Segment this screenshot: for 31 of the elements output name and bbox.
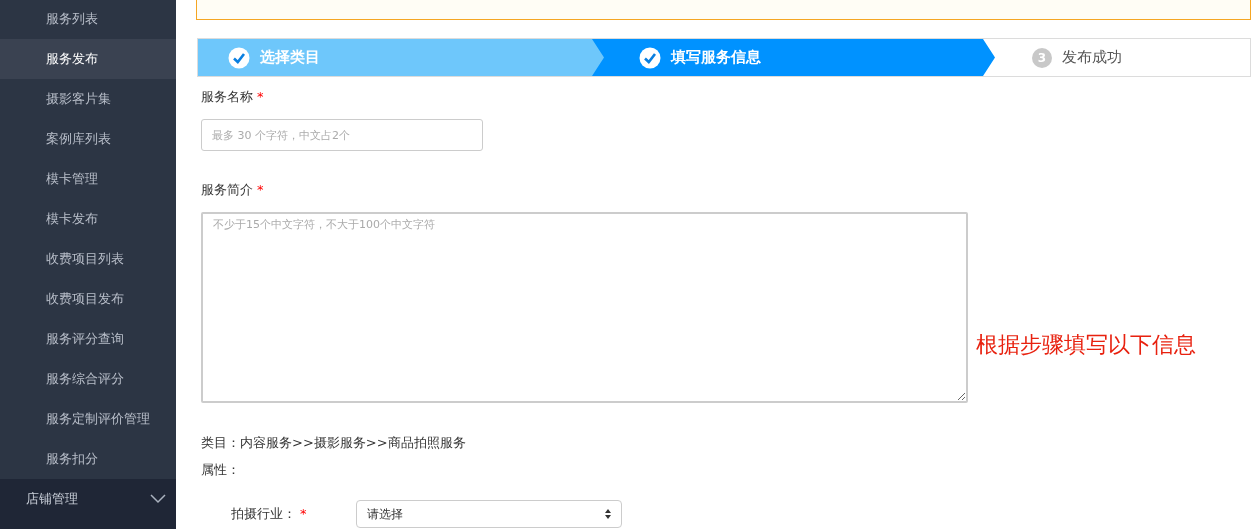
intro-textarea[interactable]: 不少于15个中文字符，不大于100个中文字符 [201, 212, 968, 403]
required-mark: * [300, 505, 307, 524]
step: 填写服务信息 [592, 39, 995, 76]
check-icon [228, 46, 250, 69]
sidebar-item[interactable]: 案例库列表 [0, 119, 176, 159]
attributes-label: 属性： [201, 461, 240, 479]
sidebar-item[interactable]: 模卡发布 [0, 199, 176, 239]
sidebar-item[interactable]: 服务列表 [0, 0, 176, 39]
sidebar-item[interactable]: 模卡管理 [0, 159, 176, 199]
industry-select[interactable]: 请选择 [356, 500, 622, 528]
sidebar-item[interactable]: 服务评分查询 [0, 319, 176, 359]
field-label: 拍摄行业： [231, 505, 296, 524]
annotation-text: 根据步骤填写以下信息 [976, 331, 1196, 359]
check-icon [639, 46, 661, 69]
required-mark: * [257, 88, 264, 107]
sidebar-item[interactable]: 服务定制评价管理 [0, 399, 176, 439]
category-text: 类目：内容服务>>摄影服务>>商品拍照服务 [201, 434, 467, 451]
chevron-icon[interactable] [150, 494, 166, 504]
sidebar-item[interactable]: 收费项目发布 [0, 279, 176, 319]
field-label: 服务简介 [201, 181, 253, 200]
sidebar-item[interactable]: 服务扣分 [0, 439, 176, 479]
sidebar-item[interactable]: 收费项目列表 [0, 239, 176, 279]
updown-icon [605, 509, 611, 519]
field-label: 服务名称 [201, 88, 253, 107]
sidebar-item[interactable]: 摄影客片集 [0, 79, 176, 119]
required-mark: * [257, 181, 264, 200]
name-input[interactable]: 最多 30 个字符，中文占2个 [201, 119, 483, 151]
step: 选择类目 [198, 39, 605, 76]
sidebar-item[interactable]: 服务综合评分 [0, 359, 176, 399]
sidebar-item[interactable]: 服务发布 [0, 39, 176, 79]
sidebar-group[interactable]: 店铺管理 [26, 489, 78, 509]
